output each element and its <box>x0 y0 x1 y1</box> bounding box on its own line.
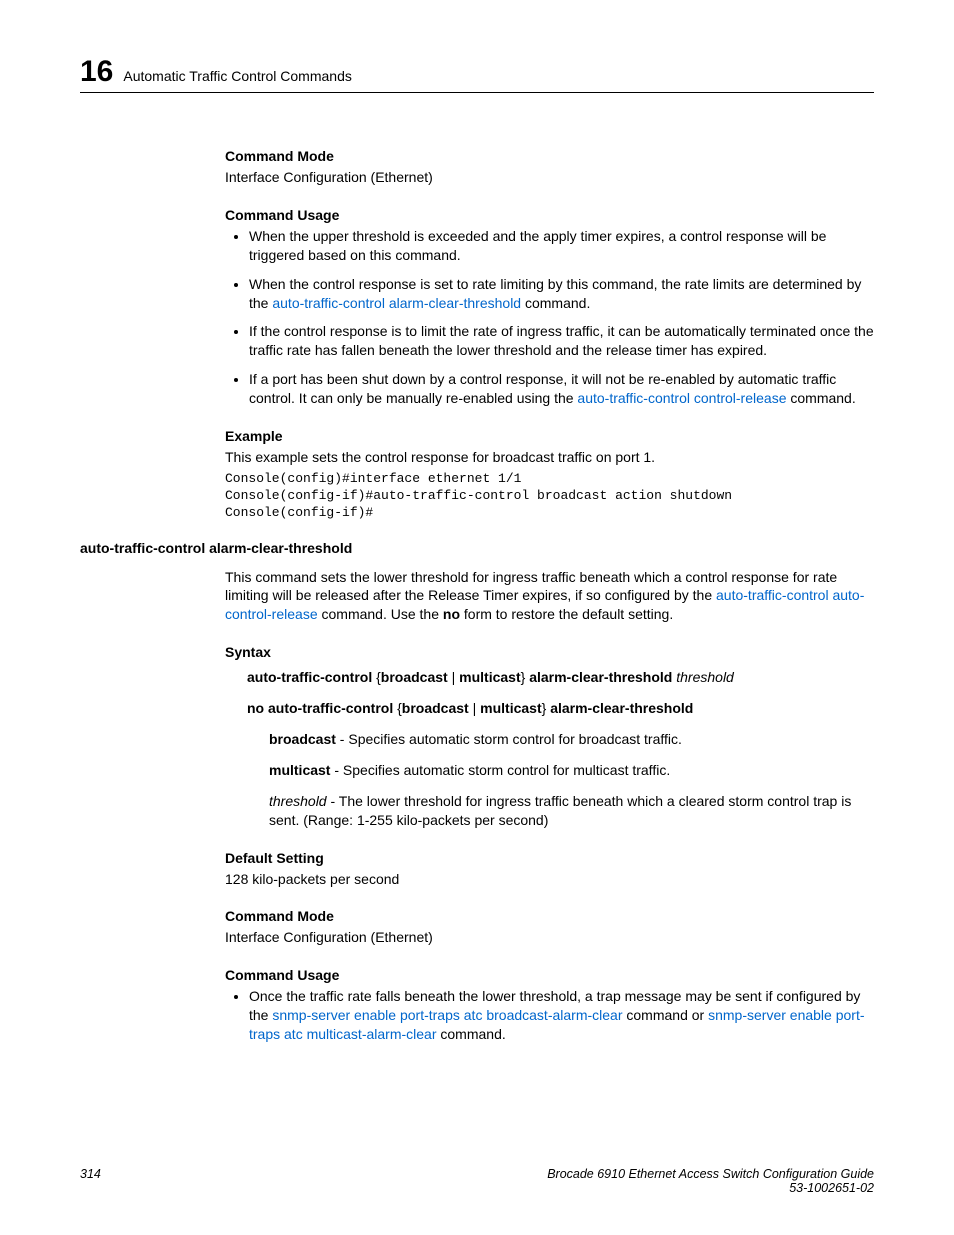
syntax-line: no auto-traffic-control {broadcast | mul… <box>247 699 874 718</box>
kw: no auto-traffic-control <box>247 700 393 716</box>
syntax-block: auto-traffic-control {broadcast | multic… <box>247 668 874 829</box>
chapter-number: 16 <box>80 55 113 89</box>
book-title: Brocade 6910 Ethernet Access Switch Conf… <box>547 1167 874 1181</box>
bullet-item: When the upper threshold is exceeded and… <box>249 227 874 265</box>
text: command. Use the <box>318 606 443 622</box>
syntax-line: auto-traffic-control {broadcast | multic… <box>247 668 874 687</box>
kw: alarm-clear-threshold <box>550 700 693 716</box>
kw: multicast <box>459 669 520 685</box>
kw: auto-traffic-control <box>247 669 372 685</box>
page-footer: 314 Brocade 6910 Ethernet Access Switch … <box>80 1167 874 1195</box>
p: } <box>542 700 551 716</box>
kw: broadcast <box>269 731 336 747</box>
text-command-mode: Interface Configuration (Ethernet) <box>225 168 874 187</box>
command-usage-list: Once the traffic rate falls beneath the … <box>225 987 874 1044</box>
text: - The lower threshold for ingress traffi… <box>269 793 851 828</box>
intro-text: This command sets the lower threshold fo… <box>225 568 874 625</box>
param-line: broadcast - Specifies automatic storm co… <box>269 730 874 749</box>
chapter-title: Automatic Traffic Control Commands <box>123 68 352 84</box>
command-usage-list: When the upper threshold is exceeded and… <box>225 227 874 408</box>
link-control-release[interactable]: auto-traffic-control control-release <box>577 390 786 406</box>
bullet-item: Once the traffic rate falls beneath the … <box>249 987 874 1044</box>
p: { <box>393 700 402 716</box>
page-header: 16 Automatic Traffic Control Commands <box>80 55 874 93</box>
param: threshold <box>672 669 733 685</box>
bullet-item: If a port has been shut down by a contro… <box>249 370 874 408</box>
text-command-mode: Interface Configuration (Ethernet) <box>225 928 874 947</box>
kw: broadcast <box>381 669 448 685</box>
page: 16 Automatic Traffic Control Commands Co… <box>0 0 954 1235</box>
text: - Specifies automatic storm control for … <box>336 731 682 747</box>
heading-command-mode: Command Mode <box>225 148 874 164</box>
kw: broadcast <box>402 700 469 716</box>
keyword-no: no <box>443 606 460 622</box>
heading-command-usage: Command Usage <box>225 207 874 223</box>
param: threshold <box>269 793 327 809</box>
text-example: This example sets the control response f… <box>225 448 874 467</box>
section-command-mode-usage: Command Mode Interface Configuration (Et… <box>225 148 874 522</box>
kw: multicast <box>480 700 541 716</box>
link-alarm-clear-threshold[interactable]: auto-traffic-control alarm-clear-thresho… <box>272 295 521 311</box>
p: | <box>469 700 480 716</box>
p: } <box>521 669 530 685</box>
text: - Specifies automatic storm control for … <box>330 762 670 778</box>
kw: multicast <box>269 762 330 778</box>
heading-default-setting: Default Setting <box>225 850 874 866</box>
command-title: auto-traffic-control alarm-clear-thresho… <box>80 540 874 556</box>
section-alarm-clear-threshold: This command sets the lower threshold fo… <box>225 568 874 1044</box>
code-block: Console(config)#interface ethernet 1/1 C… <box>225 471 874 522</box>
bullet-item: When the control response is set to rate… <box>249 275 874 313</box>
syntax-params: broadcast - Specifies automatic storm co… <box>269 730 874 830</box>
param-line: threshold - The lower threshold for ingr… <box>269 792 874 830</box>
heading-syntax: Syntax <box>225 644 874 660</box>
heading-example: Example <box>225 428 874 444</box>
p: | <box>448 669 459 685</box>
text: command. <box>437 1026 506 1042</box>
link-broadcast-alarm-clear[interactable]: snmp-server enable port-traps atc broadc… <box>272 1007 622 1023</box>
param-line: multicast - Specifies automatic storm co… <box>269 761 874 780</box>
text-default-setting: 128 kilo-packets per second <box>225 870 874 889</box>
page-number: 314 <box>80 1167 101 1181</box>
kw: alarm-clear-threshold <box>529 669 672 685</box>
text: command. <box>521 295 590 311</box>
text: command. <box>786 390 855 406</box>
bullet-item: If the control response is to limit the … <box>249 322 874 360</box>
heading-command-mode: Command Mode <box>225 908 874 924</box>
heading-command-usage: Command Usage <box>225 967 874 983</box>
text: command or <box>623 1007 709 1023</box>
text: form to restore the default setting. <box>460 606 673 622</box>
footer-right: Brocade 6910 Ethernet Access Switch Conf… <box>547 1167 874 1195</box>
doc-number: 53-1002651-02 <box>789 1181 874 1195</box>
p: { <box>372 669 381 685</box>
